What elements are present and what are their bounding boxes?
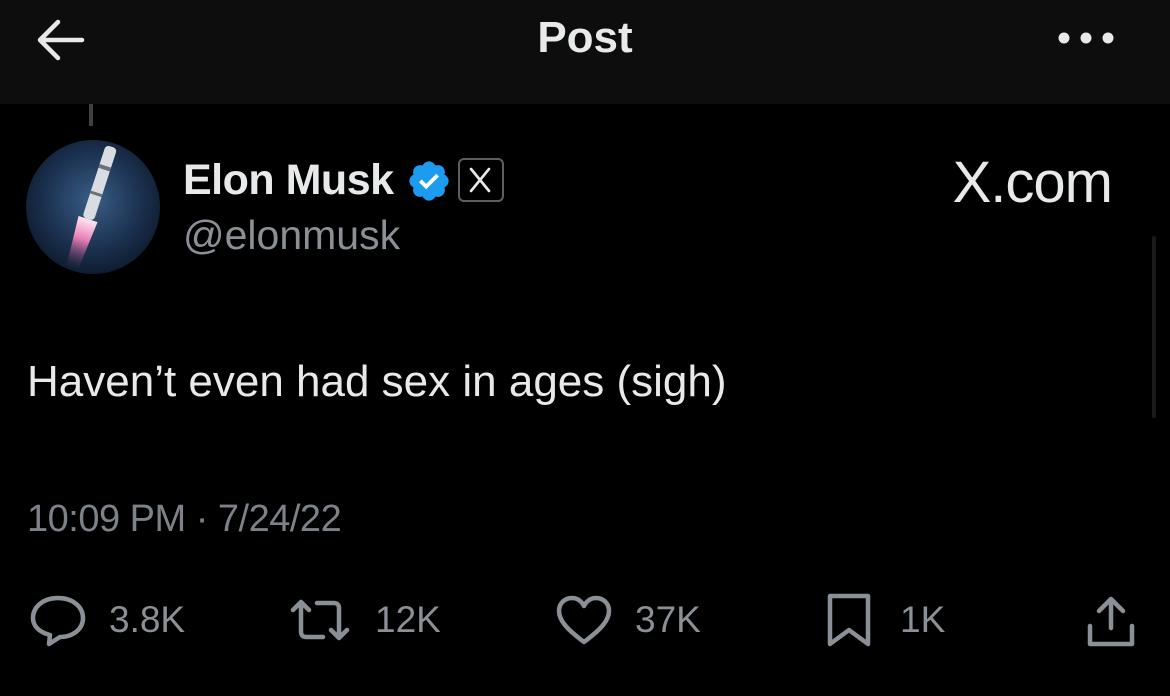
like-count: 37K [635, 599, 701, 640]
verified-check-icon [406, 158, 452, 204]
bookmark-button[interactable]: 1K [818, 592, 945, 648]
reply-button[interactable]: 3.8K [27, 592, 185, 648]
repost-button[interactable]: 12K [285, 592, 441, 648]
post-timestamp[interactable]: 10:09 PM · 7/24/22 [27, 494, 342, 544]
bookmark-icon [827, 593, 871, 647]
author-handle[interactable]: @elonmusk [183, 207, 400, 263]
share-button[interactable] [1082, 594, 1140, 650]
author-name[interactable]: Elon Musk [183, 152, 394, 208]
repost-arrows-icon [290, 599, 350, 641]
repost-count: 12K [375, 599, 441, 640]
thread-connector-line [89, 104, 93, 126]
site-label: X.com [952, 150, 1113, 215]
affiliate-badge[interactable] [458, 158, 504, 202]
post-text: Haven’t even had sex in ages (sigh) [27, 357, 727, 406]
x-logo-icon [469, 167, 491, 193]
heart-icon [556, 595, 612, 645]
bookmark-count: 1K [900, 599, 946, 640]
more-options-button[interactable] [1056, 26, 1116, 50]
avatar[interactable] [26, 140, 160, 274]
share-upload-icon [1087, 596, 1135, 647]
reply-count: 3.8K [109, 599, 186, 640]
like-button[interactable]: 37K [553, 592, 701, 648]
speech-bubble-icon [30, 595, 86, 647]
scroll-indicator [1152, 236, 1156, 418]
page-title: Post [537, 13, 633, 62]
top-navigation-bar: Post [0, 0, 1170, 104]
more-horizontal-icon [1058, 32, 1114, 44]
